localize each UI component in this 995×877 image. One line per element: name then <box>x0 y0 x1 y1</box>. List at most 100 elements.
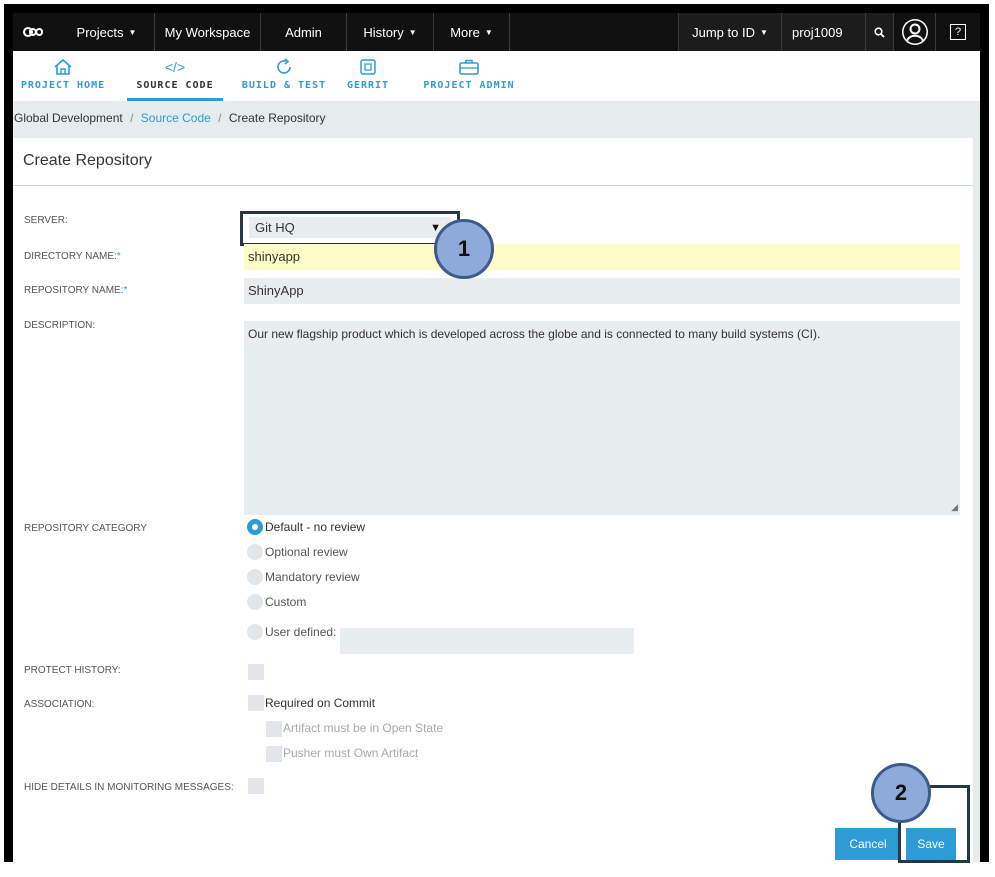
radio-label: Optional review <box>265 545 348 559</box>
radio-user-defined[interactable]: User defined: <box>247 624 336 640</box>
directory-name-field[interactable]: shinyapp <box>244 244 960 270</box>
tab-build-test[interactable]: BUILD & TEST <box>239 51 329 101</box>
protect-history-label: PROTECT HISTORY: <box>24 665 121 676</box>
nav-history[interactable]: History ▼ <box>347 13 434 51</box>
description-label: DESCRIPTION: <box>24 320 96 331</box>
repository-category-label: REPOSITORY CATEGORY <box>24 523 147 534</box>
help-icon[interactable]: ? <box>936 13 980 51</box>
description-value: Our new flagship product which is develo… <box>248 327 821 341</box>
help-glyph: ? <box>950 24 966 40</box>
tab-source-code[interactable]: </> SOURCE CODE <box>127 51 223 101</box>
code-icon: </> <box>164 59 186 75</box>
user-defined-input[interactable] <box>340 628 634 654</box>
radio-label: Custom <box>265 595 307 609</box>
association-label: ASSOCIATION: <box>24 699 95 710</box>
top-navbar: Projects ▼ My Workspace Admin History ▼ Mo… <box>13 13 980 51</box>
tab-label: PROJECT HOME <box>20 80 106 91</box>
home-icon <box>53 57 73 77</box>
nav-history-label: History <box>363 24 404 40</box>
nav-admin-label: Admin <box>285 24 322 40</box>
breadcrumb-source-code[interactable]: Source Code <box>141 111 211 125</box>
required-marker: * <box>123 285 128 296</box>
radio-unchecked-icon <box>247 624 263 640</box>
panel-edge <box>973 138 980 862</box>
gerrit-icon <box>359 57 377 77</box>
briefcase-icon <box>458 57 480 77</box>
required-on-commit-label: Required on Commit <box>265 696 376 710</box>
repository-name-label: REPOSITORY NAME:* <box>24 285 127 296</box>
repository-name-field[interactable]: ShinyApp <box>244 278 960 304</box>
caret-down-icon: ▼ <box>759 27 768 37</box>
resize-handle-icon[interactable]: ◢ <box>951 502 958 513</box>
divider <box>13 185 973 186</box>
user-avatar-icon[interactable] <box>894 13 936 51</box>
open-state-checkbox[interactable] <box>266 721 282 737</box>
radio-unchecked-icon <box>247 594 263 610</box>
logo-icon[interactable] <box>13 13 59 51</box>
tab-label: SOURCE CODE <box>136 80 214 91</box>
radio-unchecked-icon <box>247 544 263 560</box>
jump-id-input[interactable]: proj1009 <box>782 13 866 51</box>
tab-project-home[interactable]: PROJECT HOME <box>17 51 109 101</box>
callout-badge-1: 1 <box>434 219 494 279</box>
refresh-icon <box>274 57 294 77</box>
screenshot-frame: Projects ▼ My Workspace Admin History ▼ Mo… <box>4 4 989 862</box>
nav-workspace-label: My Workspace <box>164 24 251 40</box>
callout-badge-2: 2 <box>871 763 931 823</box>
radio-label: Mandatory review <box>265 570 360 584</box>
tab-gerrit[interactable]: GERRIT <box>343 51 393 101</box>
radio-custom[interactable]: Custom <box>247 594 306 610</box>
radio-label: User defined: <box>265 625 337 639</box>
directory-name-label-text: DIRECTORY NAME: <box>24 251 117 262</box>
breadcrumb-current: Create Repository <box>228 111 326 125</box>
breadcrumb-separator: / <box>218 111 222 125</box>
open-state-label: Artifact must be in Open State <box>283 721 444 735</box>
caret-down-icon: ▼ <box>128 27 137 37</box>
caret-down-icon: ▼ <box>408 27 417 37</box>
description-textarea[interactable]: Our new flagship product which is develo… <box>244 321 960 515</box>
nav-more[interactable]: More ▼ <box>434 13 510 51</box>
repository-name-value: ShinyApp <box>248 283 304 298</box>
app-window: Projects ▼ My Workspace Admin History ▼ Mo… <box>13 13 980 862</box>
hide-details-checkbox[interactable] <box>248 778 264 794</box>
radio-optional-review[interactable]: Optional review <box>247 544 348 560</box>
directory-name-value: shinyapp <box>248 249 301 264</box>
radio-mandatory-review[interactable]: Mandatory review <box>247 569 360 585</box>
breadcrumb-root[interactable]: Global Development <box>14 111 123 125</box>
server-label: SERVER: <box>24 215 68 226</box>
nav-admin[interactable]: Admin <box>261 13 347 51</box>
page-title: Create Repository <box>23 152 152 169</box>
nav-my-workspace[interactable]: My Workspace <box>155 13 261 51</box>
required-on-commit-checkbox[interactable] <box>248 695 264 711</box>
search-icon[interactable] <box>866 13 894 51</box>
server-value: Git HQ <box>255 220 295 235</box>
breadcrumb-separator: / <box>130 111 134 125</box>
nav-projects[interactable]: Projects ▼ <box>59 13 155 51</box>
tab-label: BUILD & TEST <box>241 80 327 91</box>
nav-projects-label: Projects <box>76 24 124 40</box>
pusher-own-label: Pusher must Own Artifact <box>283 746 419 760</box>
protect-history-checkbox[interactable] <box>248 664 264 680</box>
server-select-box: Git HQ ▼ <box>249 217 451 238</box>
caret-down-icon: ▼ <box>484 27 493 37</box>
server-select[interactable]: Git HQ ▼ <box>240 211 460 246</box>
cancel-button[interactable]: Cancel <box>835 828 901 860</box>
tab-label: PROJECT ADMIN <box>423 80 515 91</box>
directory-name-label: DIRECTORY NAME:* <box>24 251 121 262</box>
project-tabs: PROJECT HOME </> SOURCE CODE BUILD & TES… <box>13 51 980 101</box>
repository-name-label-text: REPOSITORY NAME: <box>24 285 124 296</box>
nav-more-label: More <box>450 24 480 40</box>
tab-project-admin[interactable]: PROJECT ADMIN <box>421 51 517 101</box>
radio-checked-icon <box>247 519 263 535</box>
jump-id-value: proj1009 <box>792 24 843 40</box>
tab-label: GERRIT <box>346 80 390 91</box>
jump-label: Jump to ID <box>692 24 755 40</box>
jump-to-id-dropdown[interactable]: Jump to ID ▼ <box>678 13 782 51</box>
radio-unchecked-icon <box>247 569 263 585</box>
hide-details-label: HIDE DETAILS IN MONITORING MESSAGES: <box>24 782 234 793</box>
radio-default-no-review[interactable]: Default - no review <box>247 519 365 535</box>
required-marker: * <box>116 251 121 262</box>
radio-label: Default - no review <box>265 520 366 534</box>
pusher-own-checkbox[interactable] <box>266 746 282 762</box>
